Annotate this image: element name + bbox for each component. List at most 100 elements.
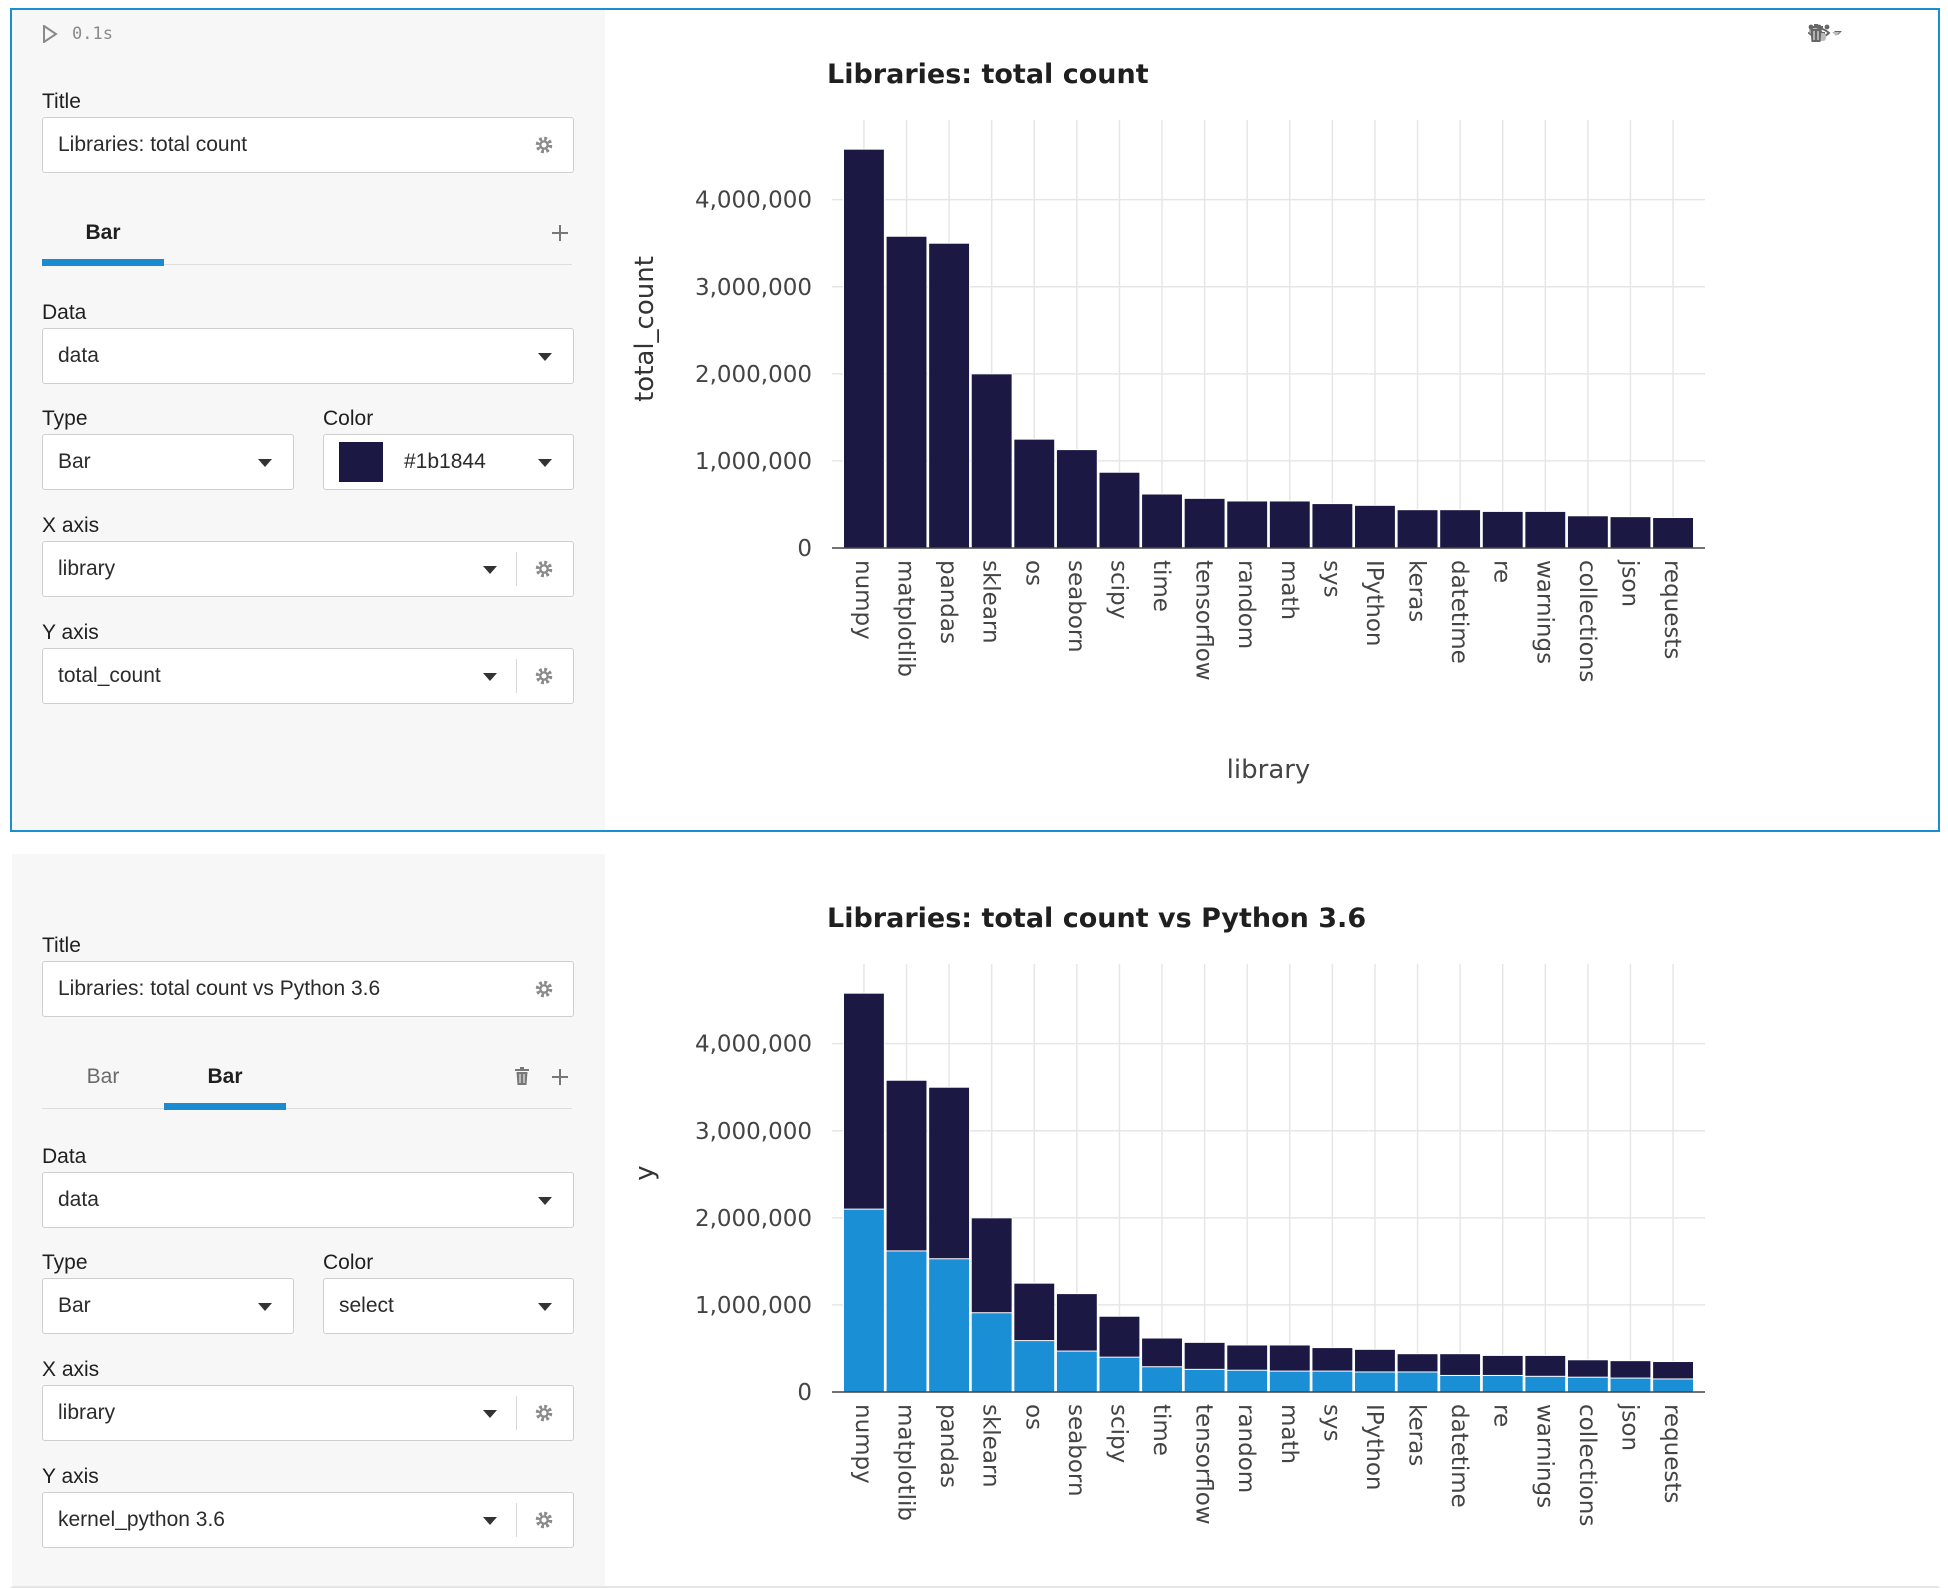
chart-title: Libraries: total count bbox=[827, 59, 1149, 90]
y-axis-select[interactable]: kernel_python 3.6 bbox=[42, 1492, 574, 1548]
bar-scipy-series-1 bbox=[1098, 471, 1141, 549]
bar-pandas-series-2 bbox=[928, 1258, 971, 1393]
x-tick-label: matplotlib bbox=[893, 560, 919, 677]
run-time: 0.1s bbox=[72, 24, 113, 44]
type-select[interactable]: Bar bbox=[42, 434, 294, 490]
y-tick-label: 0 bbox=[797, 1380, 812, 1406]
chart-cell-2[interactable]: Title Libraries: total count vs Python 3… bbox=[10, 852, 1940, 1588]
chevron-down-icon bbox=[483, 673, 497, 681]
title-input-value: Libraries: total count vs Python 3.6 bbox=[58, 977, 381, 1000]
bar-re-series-1 bbox=[1481, 510, 1524, 549]
x-tick-label: keras bbox=[1404, 560, 1430, 622]
x-tick-label: pandas bbox=[935, 560, 961, 644]
y-axis-select[interactable]: total_count bbox=[42, 648, 574, 704]
chevron-down-icon bbox=[258, 1303, 272, 1311]
x-tick-label: datetime bbox=[1446, 1404, 1472, 1508]
data-select[interactable]: data bbox=[42, 328, 574, 384]
x-tick-label: numpy bbox=[850, 560, 876, 640]
x-tick-label: random bbox=[1233, 1404, 1259, 1493]
type-select[interactable]: Bar bbox=[42, 1278, 294, 1334]
bar-requests-series-1 bbox=[1652, 517, 1695, 549]
tab-trace-1[interactable]: Bar bbox=[42, 1065, 164, 1089]
color-select-value: select bbox=[339, 1294, 394, 1317]
stacked-bar-chart: Libraries: total count vs Python 3.6 0 1,0… bbox=[630, 903, 1705, 1526]
y-tick-label: 4,000,000 bbox=[695, 188, 812, 214]
delete-trace-trash-icon[interactable] bbox=[514, 1067, 530, 1085]
x-tick-label: json bbox=[1616, 1403, 1642, 1451]
x-tick-label: tensorflow bbox=[1191, 560, 1217, 681]
x-tick-label: matplotlib bbox=[893, 1404, 919, 1521]
bar-seaborn-series-2 bbox=[1055, 1350, 1098, 1393]
color-value: #1b1844 bbox=[404, 450, 486, 473]
x-tick-label: sklearn bbox=[978, 1404, 1004, 1488]
x-axis-value: library bbox=[58, 557, 116, 580]
color-select[interactable]: select bbox=[323, 1278, 574, 1334]
x-tick-label: pandas bbox=[935, 1404, 961, 1488]
x-tick-label: math bbox=[1276, 560, 1302, 620]
bar-os-series-1 bbox=[1013, 438, 1056, 549]
title-input[interactable]: Libraries: total count bbox=[42, 117, 574, 173]
x-axis-title: library bbox=[1227, 755, 1311, 785]
x-axis-select[interactable]: library bbox=[42, 541, 574, 597]
gear-icon[interactable] bbox=[533, 1509, 555, 1531]
title-input[interactable]: Libraries: total count vs Python 3.6 bbox=[42, 961, 574, 1017]
gear-icon[interactable] bbox=[533, 978, 555, 1000]
bar-pandas-series-1 bbox=[928, 242, 971, 549]
chart-area: Libraries: total count vs Python 3.6 0 1,0… bbox=[605, 854, 1938, 1586]
run-row: 0.1s bbox=[42, 24, 113, 44]
chart-cell-1[interactable]: 0.1s Title Libraries: total count Bar Da… bbox=[10, 8, 1940, 832]
bar-chart: Libraries: total count 0 1,000,000 2,000,00… bbox=[630, 59, 1705, 785]
x-tick-label: tensorflow bbox=[1191, 1404, 1217, 1525]
add-trace-plus-icon[interactable] bbox=[550, 1067, 570, 1087]
bar-keras-series-2 bbox=[1396, 1371, 1439, 1393]
bar-datetime-series-1 bbox=[1439, 509, 1482, 549]
gear-icon[interactable] bbox=[533, 665, 555, 687]
color-picker[interactable]: #1b1844 bbox=[323, 434, 574, 490]
chevron-down-icon bbox=[483, 1517, 497, 1525]
tab-active-indicator bbox=[164, 1103, 286, 1110]
data-label: Data bbox=[42, 1145, 87, 1168]
x-tick-label: warnings bbox=[1531, 560, 1557, 664]
x-tick-label: collections bbox=[1574, 1404, 1600, 1526]
bar-time-series-1 bbox=[1141, 493, 1183, 549]
x-axis-select[interactable]: library bbox=[42, 1385, 574, 1441]
y-axis-title: y bbox=[630, 1165, 660, 1180]
y-axis-label: Y axis bbox=[42, 621, 99, 644]
tab-active-indicator bbox=[42, 259, 164, 266]
bar-sklearn-series-2 bbox=[970, 1312, 1013, 1393]
y-tick-label: 3,000,000 bbox=[695, 275, 812, 301]
gear-icon[interactable] bbox=[533, 134, 555, 156]
divider bbox=[516, 552, 517, 586]
x-tick-label: scipy bbox=[1105, 560, 1131, 619]
tab-trace-2[interactable]: Bar bbox=[164, 1065, 286, 1089]
bar-math-series-2 bbox=[1268, 1370, 1311, 1393]
gear-icon[interactable] bbox=[533, 558, 555, 580]
bar-tensorflow-series-1 bbox=[1183, 497, 1226, 549]
chart-title: Libraries: total count vs Python 3.6 bbox=[827, 903, 1366, 934]
tab-trace-1[interactable]: Bar bbox=[42, 221, 164, 245]
type-select-value: Bar bbox=[58, 450, 91, 473]
chart-editor-panel: 0.1s Title Libraries: total count Bar Da… bbox=[12, 10, 605, 830]
bar-matplotlib-series-1 bbox=[885, 235, 928, 549]
add-trace-plus-icon[interactable] bbox=[550, 223, 570, 243]
divider bbox=[516, 1503, 517, 1537]
bar-scipy-series-2 bbox=[1098, 1356, 1141, 1393]
gear-icon[interactable] bbox=[533, 1402, 555, 1424]
x-tick-label: time bbox=[1148, 560, 1174, 612]
x-tick-label: seaborn bbox=[1063, 560, 1089, 653]
run-icon[interactable] bbox=[42, 25, 58, 43]
x-tick-label: sys bbox=[1318, 1404, 1344, 1442]
trace-tabs: Bar bbox=[42, 213, 572, 266]
x-tick-label: seaborn bbox=[1063, 1404, 1089, 1497]
y-tick-label: 1,000,000 bbox=[695, 449, 812, 475]
bar-tensorflow-series-2 bbox=[1183, 1368, 1226, 1393]
y-tick-label: 1,000,000 bbox=[695, 1293, 812, 1319]
x-tick-label: datetime bbox=[1446, 560, 1472, 664]
bar-random-series-1 bbox=[1226, 500, 1269, 549]
bar-IPython-series-1 bbox=[1354, 504, 1396, 549]
bar-sklearn-series-1 bbox=[970, 373, 1013, 549]
bar-collections-series-2 bbox=[1566, 1376, 1609, 1393]
y-axis-value: total_count bbox=[58, 664, 161, 687]
x-tick-label: warnings bbox=[1531, 1404, 1557, 1508]
data-select[interactable]: data bbox=[42, 1172, 574, 1228]
